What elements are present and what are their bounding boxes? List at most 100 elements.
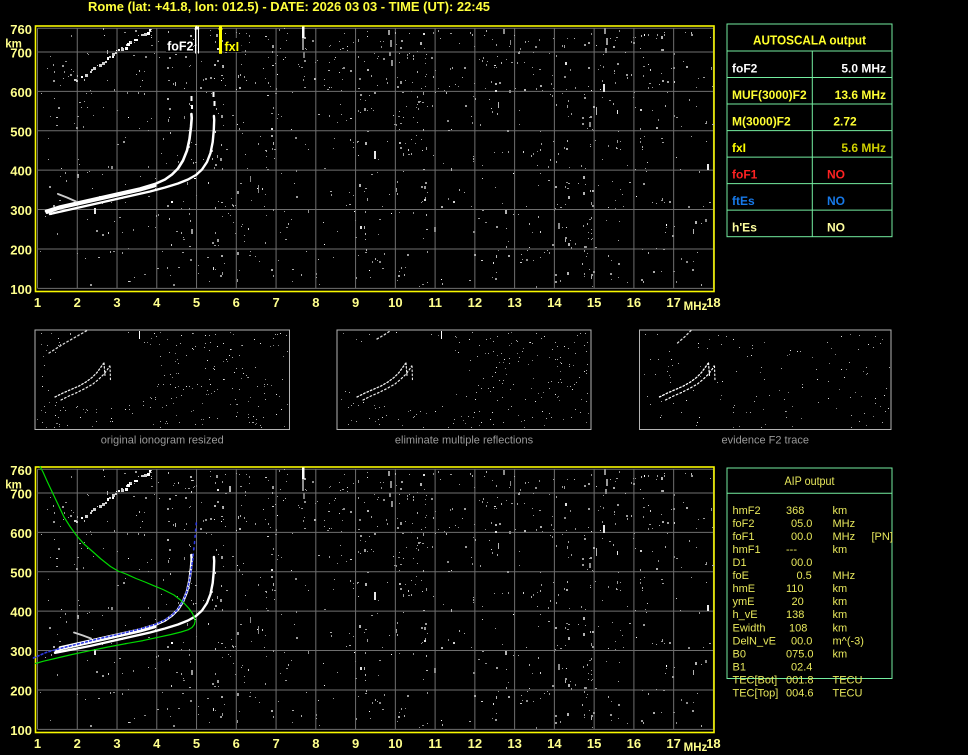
svg-text:00.0: 00.0	[791, 635, 812, 647]
svg-text:NO: NO	[827, 194, 845, 208]
svg-text:15: 15	[587, 736, 601, 751]
svg-text:2: 2	[74, 295, 81, 310]
svg-text:110: 110	[786, 583, 804, 595]
svg-text:108: 108	[789, 622, 807, 634]
svg-text:h'Es: h'Es	[732, 221, 757, 235]
svg-text:foF2: foF2	[732, 61, 758, 75]
svg-text:7: 7	[272, 736, 279, 751]
svg-text:NO: NO	[827, 221, 845, 235]
svg-text:02.4: 02.4	[791, 661, 812, 673]
svg-text:0.5: 0.5	[797, 570, 812, 582]
svg-text:[PN]: [PN]	[872, 531, 893, 543]
svg-text:Rome (lat: +41.8, lon: 012.5): Rome (lat: +41.8, lon: 012.5) - DATE: 20…	[88, 0, 490, 14]
svg-text:B0: B0	[733, 648, 746, 660]
svg-text:MHz: MHz	[684, 301, 708, 313]
svg-text:12: 12	[468, 295, 482, 310]
svg-text:foF2: foF2	[167, 40, 193, 54]
svg-text:1: 1	[34, 736, 41, 751]
svg-text:hmF1: hmF1	[733, 544, 761, 556]
svg-text:original ionogram resized: original ionogram resized	[101, 435, 224, 447]
svg-text:14: 14	[547, 736, 562, 751]
svg-text:11: 11	[428, 736, 442, 751]
svg-text:16: 16	[627, 295, 641, 310]
svg-text:TECU: TECU	[833, 674, 863, 686]
svg-text:MUF(3000)F2: MUF(3000)F2	[732, 88, 807, 102]
svg-text:km: km	[833, 505, 848, 517]
svg-text:400: 400	[10, 605, 32, 620]
svg-text:3: 3	[113, 736, 120, 751]
svg-text:evidence F2 trace: evidence F2 trace	[722, 435, 809, 447]
svg-text:00.0: 00.0	[791, 531, 812, 543]
svg-text:17: 17	[666, 295, 680, 310]
svg-text:700: 700	[10, 487, 32, 502]
svg-text:fxI: fxI	[225, 40, 240, 54]
svg-text:km: km	[833, 648, 848, 660]
svg-text:9: 9	[352, 295, 359, 310]
svg-text:00.0: 00.0	[791, 557, 812, 569]
svg-text:600: 600	[10, 85, 32, 100]
svg-text:AIP output: AIP output	[785, 474, 836, 488]
svg-text:MHz: MHz	[833, 531, 856, 543]
svg-text:hmF2: hmF2	[733, 505, 761, 517]
svg-text:12: 12	[468, 736, 482, 751]
svg-text:TEC[Top]: TEC[Top]	[733, 687, 779, 699]
svg-text:eliminate multiple reflections: eliminate multiple reflections	[395, 435, 534, 447]
svg-text:004.6: 004.6	[786, 687, 814, 699]
svg-text:20: 20	[792, 596, 804, 608]
svg-text:500: 500	[10, 565, 32, 580]
svg-text:8: 8	[312, 295, 319, 310]
svg-text:foE: foE	[733, 570, 750, 582]
svg-text:M(3000)F2: M(3000)F2	[732, 114, 791, 128]
svg-text:200: 200	[10, 684, 32, 699]
svg-text:MHz: MHz	[833, 570, 856, 582]
svg-text:10: 10	[388, 295, 402, 310]
svg-text:14: 14	[547, 295, 562, 310]
svg-text:km: km	[833, 609, 848, 621]
svg-text:05.0: 05.0	[791, 518, 812, 530]
svg-text:TECU: TECU	[833, 687, 863, 699]
svg-text:4: 4	[153, 736, 161, 751]
svg-text:Ewidth: Ewidth	[733, 622, 766, 634]
svg-text:km: km	[833, 583, 848, 595]
svg-text:13.6 MHz: 13.6 MHz	[835, 88, 886, 102]
svg-text:200: 200	[10, 243, 32, 258]
svg-text:B1: B1	[733, 661, 746, 673]
svg-text:2: 2	[74, 736, 81, 751]
svg-text:10: 10	[388, 736, 402, 751]
svg-text:2.72: 2.72	[833, 114, 857, 128]
svg-text:8: 8	[312, 736, 319, 751]
svg-text:700: 700	[10, 46, 32, 61]
svg-text:5.0 MHz: 5.0 MHz	[841, 61, 886, 75]
svg-text:100: 100	[10, 282, 32, 297]
svg-text:100: 100	[10, 723, 32, 738]
svg-text:3: 3	[113, 295, 120, 310]
svg-text:ymE: ymE	[733, 596, 755, 608]
svg-text:AUTOSCALA output: AUTOSCALA output	[753, 34, 867, 48]
svg-text:300: 300	[10, 203, 32, 218]
svg-text:km: km	[833, 596, 848, 608]
svg-text:D1: D1	[733, 557, 747, 569]
svg-text:138: 138	[786, 609, 804, 621]
svg-text:18: 18	[706, 736, 720, 751]
svg-text:760: 760	[10, 463, 32, 478]
svg-text:500: 500	[10, 124, 32, 139]
svg-text:TEC[Bot]: TEC[Bot]	[733, 674, 778, 686]
svg-text:17: 17	[666, 736, 680, 751]
svg-text:1: 1	[34, 295, 41, 310]
svg-text:18: 18	[706, 295, 720, 310]
svg-text:400: 400	[10, 164, 32, 179]
svg-text:MHz: MHz	[684, 742, 708, 754]
svg-text:DelN_vE: DelN_vE	[733, 635, 776, 647]
svg-text:---: ---	[786, 544, 797, 556]
svg-text:075.0: 075.0	[786, 648, 814, 660]
svg-text:4: 4	[153, 295, 161, 310]
svg-text:15: 15	[587, 295, 601, 310]
svg-text:hmE: hmE	[733, 583, 756, 595]
svg-text:368: 368	[786, 505, 804, 517]
svg-text:5.6 MHz: 5.6 MHz	[841, 141, 886, 155]
svg-text:ftEs: ftEs	[732, 194, 755, 208]
svg-text:h_vE: h_vE	[733, 609, 758, 621]
svg-text:6: 6	[233, 295, 240, 310]
svg-text:7: 7	[272, 295, 279, 310]
svg-text:16: 16	[627, 736, 641, 751]
